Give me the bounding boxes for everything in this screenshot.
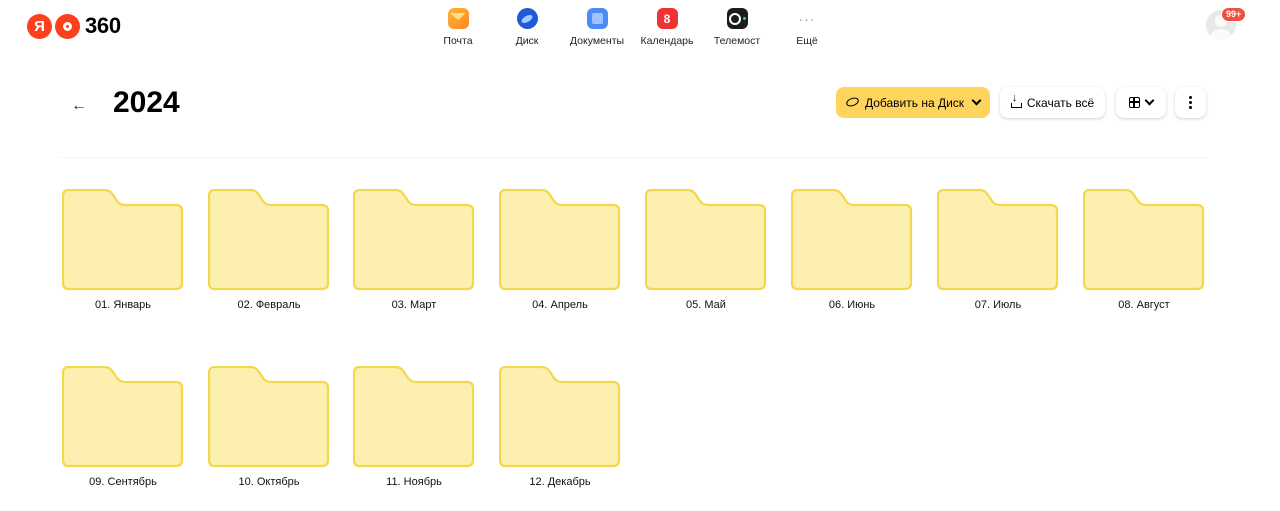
service-label: Почта — [443, 35, 473, 47]
folder-item[interactable]: 12. Декабрь — [499, 366, 621, 491]
folder-icon — [1083, 189, 1205, 291]
disk-outline-icon — [846, 98, 860, 107]
folder-icon — [353, 189, 475, 291]
folder-name: 04. Апрель — [532, 299, 588, 311]
folder-icon — [645, 189, 767, 291]
more-icon: ··· — [798, 10, 816, 27]
view-mode-button[interactable] — [1116, 87, 1166, 118]
chevron-down-icon — [971, 95, 982, 106]
folder-name: 01. Январь — [94, 299, 152, 311]
download-all-label: Скачать всё — [1026, 95, 1095, 110]
service-label: Диск — [515, 35, 539, 47]
folder-icon — [208, 366, 330, 468]
folder-icon — [353, 366, 475, 468]
disk-icon — [516, 8, 538, 29]
notifications-badge: 99+ — [1221, 7, 1247, 22]
chevron-down-icon — [1144, 95, 1155, 106]
folder-name: 05. Май — [686, 299, 726, 311]
page: Я 360 Почта Диск Документы 8 Календарь Т… — [0, 0, 1280, 511]
folder-name: 09. Сентябрь — [89, 476, 157, 488]
folder-icon — [62, 189, 184, 291]
user-avatar-button[interactable]: 99+ — [1206, 7, 1247, 40]
folder-name: 10. Октябрь — [238, 476, 300, 488]
download-icon — [1010, 92, 1022, 108]
folder-item[interactable]: 05. Май — [645, 189, 767, 314]
add-to-disk-button[interactable]: Добавить на Диск — [836, 87, 990, 118]
mail-icon — [447, 8, 469, 29]
folder-item[interactable]: 10. Октябрь — [208, 366, 330, 491]
folder-icon — [791, 189, 913, 291]
folder-icon — [62, 366, 184, 468]
kebab-menu-icon — [1189, 96, 1192, 109]
folder-item[interactable]: 03. Март — [353, 189, 475, 314]
calendar-icon: 8 — [656, 8, 678, 29]
folder-name: 12. Декабрь — [529, 476, 591, 488]
folder-item[interactable]: 04. Апрель — [499, 189, 621, 314]
service-label: Телемост — [713, 35, 761, 47]
service-label: Документы — [569, 35, 625, 47]
grid-view-icon — [1129, 97, 1140, 108]
back-arrow-icon[interactable]: ← — [68, 95, 90, 117]
service-label: Календарь — [640, 35, 694, 47]
folder-icon — [208, 189, 330, 291]
folder-icon — [499, 366, 621, 468]
service-more[interactable]: ··· Ещё — [762, 8, 852, 48]
more-actions-button[interactable] — [1175, 87, 1206, 118]
page-title: 2024 — [113, 86, 180, 119]
folder-name: 06. Июнь — [828, 299, 876, 311]
folder-item[interactable]: 07. Июль — [937, 189, 1059, 314]
folder-icon — [937, 189, 1059, 291]
folder-item[interactable]: 02. Февраль — [208, 189, 330, 314]
service-label: Ещё — [796, 35, 818, 47]
folder-name: 02. Февраль — [237, 299, 301, 311]
download-all-button[interactable]: Скачать всё — [1000, 87, 1105, 118]
divider — [60, 157, 1208, 158]
folder-item[interactable]: 08. Август — [1083, 189, 1205, 314]
folder-name: 07. Июль — [974, 299, 1022, 311]
add-to-disk-label: Добавить на Диск — [864, 95, 965, 110]
folder-icon — [499, 189, 621, 291]
services-nav: Почта Диск Документы 8 Календарь Телемос… — [0, 8, 1280, 58]
folder-item[interactable]: 06. Июнь — [791, 189, 913, 314]
folder-name: 03. Март — [391, 299, 437, 311]
folder-item[interactable]: 11. Ноябрь — [353, 366, 475, 491]
folder-name: 08. Август — [1118, 299, 1170, 311]
documents-icon — [586, 8, 608, 29]
folder-item[interactable]: 09. Сентябрь — [62, 366, 184, 491]
folder-name: 11. Ноябрь — [386, 476, 442, 488]
folder-item[interactable]: 01. Январь — [62, 189, 184, 314]
telemost-icon — [726, 8, 748, 29]
